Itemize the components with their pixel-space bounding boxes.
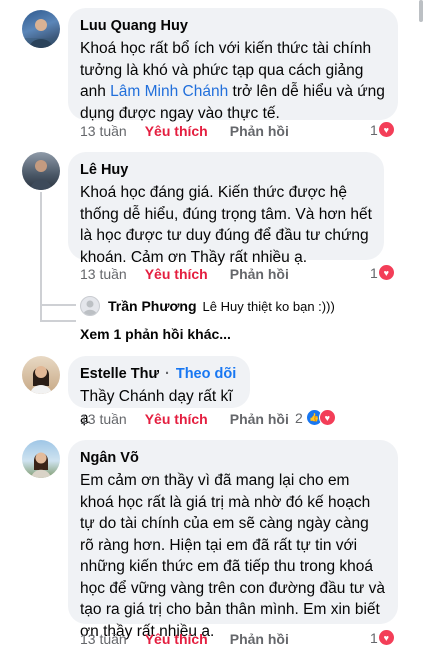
comment-time[interactable]: 13 tuần bbox=[80, 631, 127, 647]
comment-actions: 13 tuần Yêu thích Phản hồi bbox=[80, 409, 289, 429]
avatar[interactable] bbox=[22, 356, 60, 394]
like-button[interactable]: Yêu thích bbox=[145, 411, 208, 427]
reply-preview[interactable]: Trần Phương Lê Huy thiệt ko bạn :))) bbox=[80, 296, 335, 316]
like-button[interactable]: Yêu thích bbox=[145, 631, 208, 647]
comment-author[interactable]: Estelle Thư bbox=[80, 365, 159, 383]
reaction-count: 1 bbox=[370, 264, 378, 281]
comment-time[interactable]: 13 tuần bbox=[80, 266, 127, 282]
comment-bubble: Luu Quang Huy Khoá học rất bổ ích với ki… bbox=[68, 8, 398, 122]
heart-icon: ♥ bbox=[318, 409, 336, 426]
comment-bubble: Lê Huy Khoá học đáng giá. Kiến thức được… bbox=[68, 152, 384, 266]
comment-author[interactable]: Luu Quang Huy bbox=[80, 17, 386, 35]
comment-author-row: Estelle Thư Theo dõi bbox=[80, 365, 238, 383]
reaction-count: 1 bbox=[370, 629, 378, 646]
reply-author[interactable]: Trần Phương bbox=[108, 298, 197, 314]
reaction-count: 2 bbox=[295, 409, 303, 426]
like-button[interactable]: Yêu thích bbox=[145, 123, 208, 139]
reaction-summary[interactable]: 2 👍 ♥ bbox=[295, 409, 336, 426]
reaction-summary[interactable]: 1 ♥ bbox=[370, 121, 395, 138]
heart-icon: ♥ bbox=[377, 264, 395, 281]
comment-author[interactable]: Ngân Võ bbox=[80, 449, 386, 467]
reply-button[interactable]: Phản hồi bbox=[230, 411, 289, 427]
default-avatar-icon bbox=[80, 296, 100, 316]
reaction-count: 1 bbox=[370, 121, 378, 138]
mention-link[interactable]: Lâm Minh Chánh bbox=[110, 83, 228, 100]
comment-actions: 13 tuần Yêu thích Phản hồi bbox=[80, 629, 289, 649]
thread-line bbox=[40, 320, 76, 322]
reaction-summary[interactable]: 1 ♥ bbox=[370, 264, 395, 281]
follow-button[interactable]: Theo dõi bbox=[165, 365, 236, 383]
comment-author[interactable]: Lê Huy bbox=[80, 161, 372, 179]
comment-actions: 13 tuần Yêu thích Phản hồi bbox=[80, 264, 289, 284]
view-more-replies-link[interactable]: Xem 1 phản hồi khác... bbox=[80, 326, 231, 342]
comment-text: Khoá học đáng giá. Kiến thức được hệ thố… bbox=[80, 184, 372, 266]
reply-text: Lê Huy thiệt ko bạn :))) bbox=[202, 298, 335, 314]
reply-button[interactable]: Phản hồi bbox=[230, 123, 289, 139]
avatar[interactable] bbox=[22, 152, 60, 190]
reply-button[interactable]: Phản hồi bbox=[230, 266, 289, 282]
thread-line bbox=[40, 304, 76, 306]
comment-bubble: Estelle Thư Theo dõi Thầy Chánh dạy rất … bbox=[68, 356, 250, 427]
comment-actions: 13 tuần Yêu thích Phản hồi bbox=[80, 121, 289, 141]
heart-icon: ♥ bbox=[377, 629, 395, 646]
reply-button[interactable]: Phản hồi bbox=[230, 631, 289, 647]
heart-icon: ♥ bbox=[377, 121, 395, 138]
comment-bubble: Ngân Võ Em cảm ơn thầy vì đã mang lại ch… bbox=[68, 440, 398, 640]
avatar[interactable] bbox=[22, 440, 60, 478]
comment-text: Khoá học rất bổ ích với kiến thức tài ch… bbox=[80, 38, 386, 124]
comment-time[interactable]: 13 tuần bbox=[80, 411, 127, 427]
reaction-summary[interactable]: 1 ♥ bbox=[370, 629, 395, 646]
thread-line bbox=[40, 192, 42, 322]
avatar[interactable] bbox=[22, 10, 60, 48]
comment-time[interactable]: 13 tuần bbox=[80, 123, 127, 139]
comment-text: Em cảm ơn thầy vì đã mang lại cho em kho… bbox=[80, 472, 385, 640]
like-button[interactable]: Yêu thích bbox=[145, 266, 208, 282]
scrollbar[interactable] bbox=[419, 0, 423, 22]
